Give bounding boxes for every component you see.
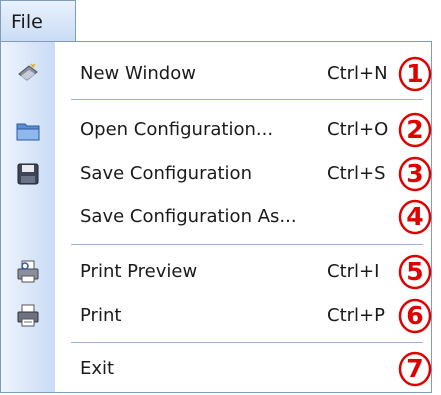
- menu-item-print[interactable]: Print Ctrl+P 6: [1, 294, 432, 338]
- callout-badge: 1: [398, 56, 432, 92]
- callout-badge: 6: [398, 298, 432, 334]
- menu-item-label: Exit: [80, 358, 115, 379]
- file-menu-tab[interactable]: File: [0, 0, 76, 42]
- menu-item-open-configuration[interactable]: Open Configuration... Ctrl+O 2: [1, 108, 432, 152]
- callout-number: 2: [406, 115, 424, 144]
- print-preview-icon: [15, 258, 41, 286]
- menu-item-label: Save Configuration: [80, 163, 252, 184]
- menu-item-save-configuration[interactable]: Save Configuration Ctrl+S 3: [1, 152, 432, 196]
- menu-item-label: Print Preview: [80, 261, 198, 282]
- callout-badge: 4: [398, 199, 432, 235]
- callout-number: 1: [406, 59, 424, 88]
- menu-item-shortcut: Ctrl+I: [327, 261, 380, 282]
- menu-separator: [71, 244, 423, 245]
- menu-item-shortcut: Ctrl+N: [327, 63, 388, 84]
- file-menu-label: File: [11, 11, 43, 33]
- menu-item-shortcut: Ctrl+P: [327, 305, 385, 326]
- callout-number: 5: [406, 257, 424, 286]
- new-window-icon: [15, 60, 41, 88]
- callout-badge: 7: [398, 351, 432, 387]
- menu-item-label: Save Configuration As...: [80, 206, 297, 227]
- callout-number: 6: [406, 301, 424, 330]
- menu-item-shortcut: Ctrl+S: [327, 163, 386, 184]
- menu-item-label: Print: [80, 305, 122, 326]
- callout-badge: 2: [398, 112, 432, 148]
- printer-icon: [15, 302, 41, 330]
- callout-number: 7: [406, 354, 424, 383]
- menu-item-label: New Window: [80, 63, 196, 84]
- menu-item-print-preview[interactable]: Print Preview Ctrl+I 5: [1, 250, 432, 294]
- folder-open-icon: [15, 116, 41, 144]
- menu-item-shortcut: Ctrl+O: [327, 119, 389, 140]
- menu-item-save-configuration-as[interactable]: Save Configuration As... 4: [1, 195, 432, 239]
- menu-item-new-window[interactable]: New Window Ctrl+N 1: [1, 52, 432, 96]
- callout-number: 3: [406, 159, 424, 188]
- menu-separator: [71, 99, 423, 100]
- floppy-disk-icon: [15, 160, 41, 188]
- callout-number: 4: [406, 202, 424, 231]
- file-menu-dropdown: New Window Ctrl+N 1 Open Configuration..…: [0, 41, 432, 393]
- callout-badge: 5: [398, 254, 432, 290]
- menu-separator: [71, 342, 423, 343]
- callout-badge: 3: [398, 156, 432, 192]
- menu-item-label: Open Configuration...: [80, 119, 274, 140]
- menu-item-exit[interactable]: Exit 7: [1, 347, 432, 391]
